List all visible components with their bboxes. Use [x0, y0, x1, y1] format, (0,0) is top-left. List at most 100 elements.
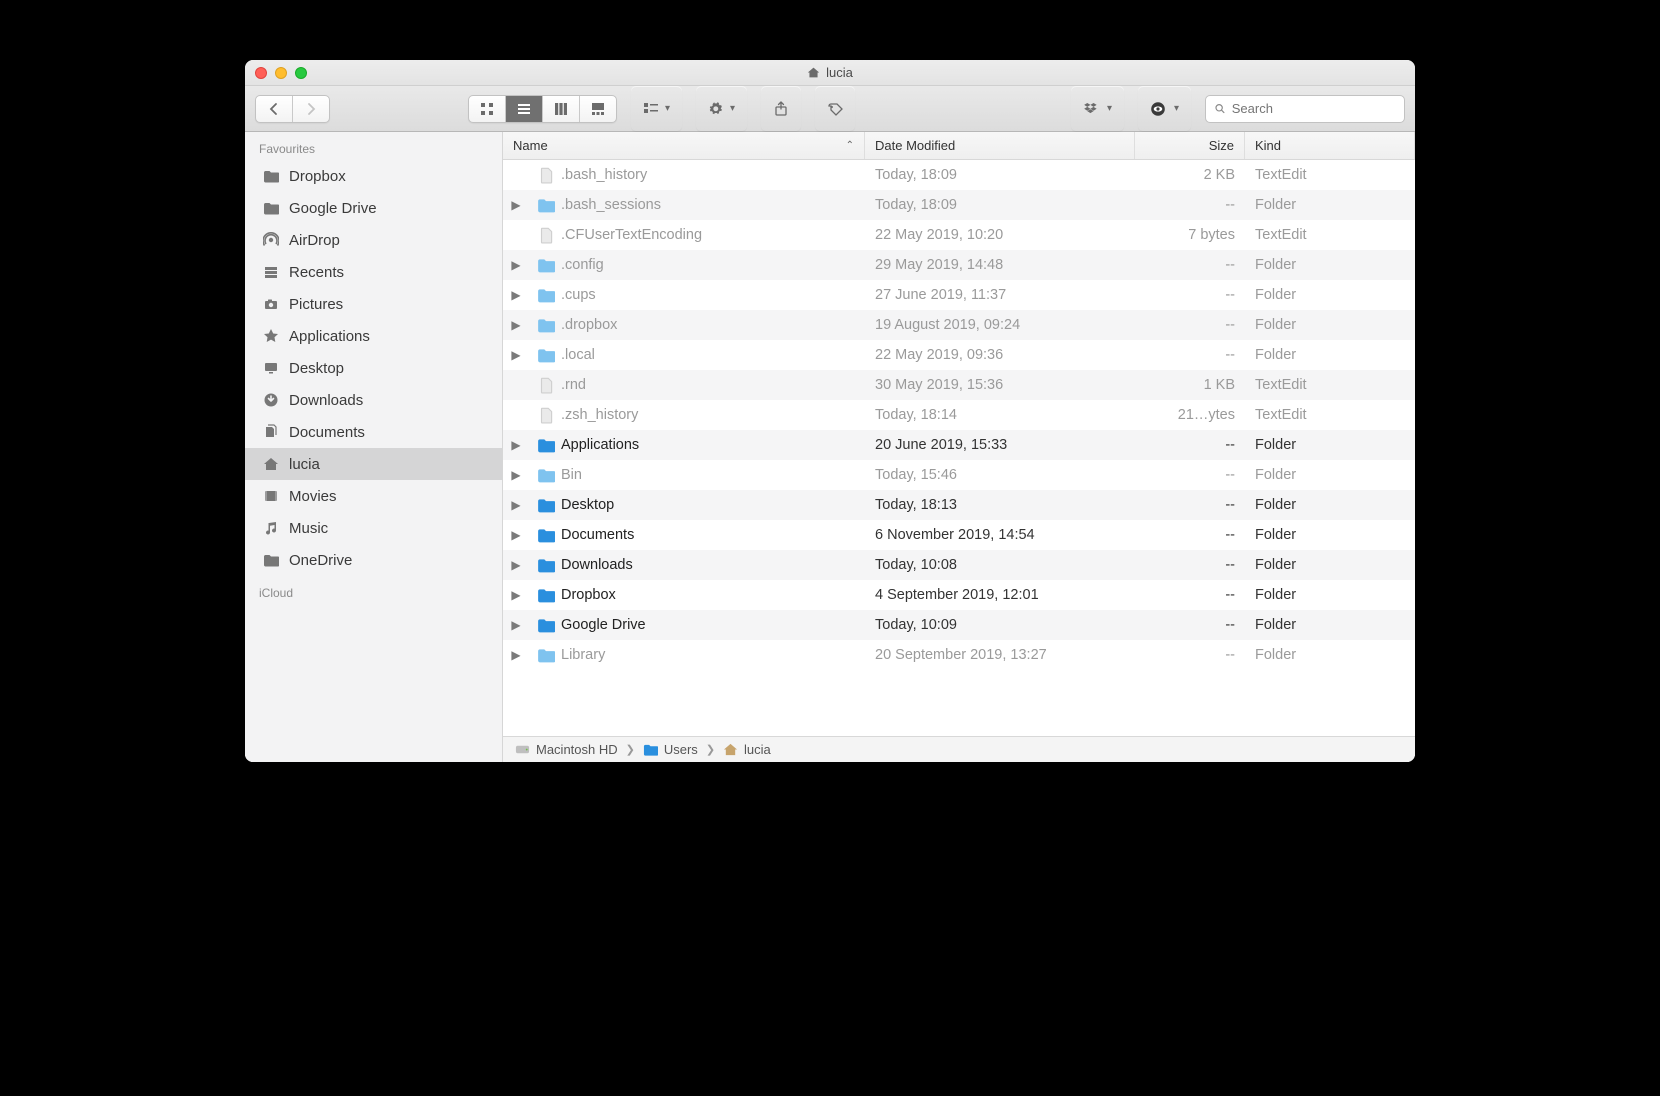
- tags-button[interactable]: [815, 86, 855, 131]
- disclosure-triangle-icon[interactable]: ▶: [509, 258, 523, 272]
- breadcrumb[interactable]: Users: [643, 742, 698, 757]
- disclosure-triangle-icon[interactable]: ▶: [509, 318, 523, 332]
- sidebar-item-recents[interactable]: Recents: [245, 256, 502, 288]
- file-size: 21…ytes: [1135, 407, 1245, 423]
- share-icon: [773, 101, 789, 117]
- folder-icon: [537, 346, 555, 364]
- sidebar-item-downloads[interactable]: Downloads: [245, 384, 502, 416]
- file-size: --: [1135, 437, 1245, 453]
- search-box[interactable]: [1205, 95, 1405, 123]
- home-icon: [723, 742, 738, 757]
- sidebar-item-dropbox[interactable]: Dropbox: [245, 160, 502, 192]
- disclosure-triangle-icon[interactable]: ▶: [509, 648, 523, 662]
- table-row[interactable]: .bash_historyToday, 18:092 KBTextEdit: [503, 160, 1415, 190]
- minimize-button[interactable]: [275, 67, 287, 79]
- table-row[interactable]: .rnd30 May 2019, 15:361 KBTextEdit: [503, 370, 1415, 400]
- disclosure-triangle-icon[interactable]: ▶: [509, 558, 523, 572]
- file-kind: Folder: [1245, 617, 1415, 633]
- dropbox-icon: [1083, 101, 1099, 117]
- sidebar-item-label: Downloads: [289, 392, 363, 409]
- folder-icon: [537, 316, 555, 334]
- sidebar-item-label: OneDrive: [289, 552, 352, 569]
- sidebar-item-desktop[interactable]: Desktop: [245, 352, 502, 384]
- finder-window: lucia ▾ ▾: [245, 60, 1415, 762]
- disclosure-triangle-icon[interactable]: ▶: [509, 528, 523, 542]
- disclosure-triangle-icon[interactable]: ▶: [509, 438, 523, 452]
- table-row[interactable]: ▶DesktopToday, 18:13--Folder: [503, 490, 1415, 520]
- table-row[interactable]: ▶.config29 May 2019, 14:48--Folder: [503, 250, 1415, 280]
- sidebar-item-applications[interactable]: Applications: [245, 320, 502, 352]
- disclosure-triangle-icon[interactable]: ▶: [509, 498, 523, 512]
- sidebar-item-lucia[interactable]: lucia: [245, 448, 502, 480]
- file-size: --: [1135, 257, 1245, 273]
- file-name: .rnd: [561, 377, 586, 393]
- table-row[interactable]: .CFUserTextEncoding22 May 2019, 10:207 b…: [503, 220, 1415, 250]
- group-by-button[interactable]: ▾: [631, 86, 682, 131]
- forward-button[interactable]: [293, 96, 329, 122]
- sidebar-item-documents[interactable]: Documents: [245, 416, 502, 448]
- sidebar-item-onedrive[interactable]: OneDrive: [245, 544, 502, 576]
- file-name: .CFUserTextEncoding: [561, 227, 702, 243]
- share-button[interactable]: [761, 86, 801, 131]
- icon-view-button[interactable]: [469, 96, 506, 122]
- documents-icon: [263, 424, 279, 440]
- table-row[interactable]: ▶Dropbox4 September 2019, 12:01--Folder: [503, 580, 1415, 610]
- table-row[interactable]: ▶DownloadsToday, 10:08--Folder: [503, 550, 1415, 580]
- hidden-files-button[interactable]: ▾: [1138, 86, 1191, 131]
- file-date: Today, 10:08: [865, 557, 1135, 573]
- col-name[interactable]: Name ⌃: [503, 132, 865, 159]
- file-name: .bash_history: [561, 167, 647, 183]
- close-button[interactable]: [255, 67, 267, 79]
- col-size[interactable]: Size: [1135, 132, 1245, 159]
- table-row[interactable]: ▶.cups27 June 2019, 11:37--Folder: [503, 280, 1415, 310]
- disclosure-triangle-icon[interactable]: ▶: [509, 588, 523, 602]
- sidebar-item-airdrop[interactable]: AirDrop: [245, 224, 502, 256]
- disclosure-triangle-icon[interactable]: ▶: [509, 618, 523, 632]
- file-size: --: [1135, 197, 1245, 213]
- file-kind: Folder: [1245, 347, 1415, 363]
- file-kind: Folder: [1245, 197, 1415, 213]
- home-icon: [807, 66, 820, 79]
- gallery-view-button[interactable]: [580, 96, 616, 122]
- sidebar-item-label: Documents: [289, 424, 365, 441]
- zoom-button[interactable]: [295, 67, 307, 79]
- sidebar-item-label: Recents: [289, 264, 344, 281]
- titlebar[interactable]: lucia: [245, 60, 1415, 86]
- table-row[interactable]: ▶Library20 September 2019, 13:27--Folder: [503, 640, 1415, 670]
- table-row[interactable]: ▶Applications20 June 2019, 15:33--Folder: [503, 430, 1415, 460]
- folder-icon: [537, 526, 555, 544]
- disclosure-triangle-icon[interactable]: ▶: [509, 348, 523, 362]
- back-button[interactable]: [256, 96, 293, 122]
- col-kind[interactable]: Kind: [1245, 132, 1415, 159]
- sidebar-item-label: Music: [289, 520, 328, 537]
- file-size: --: [1135, 467, 1245, 483]
- table-row[interactable]: ▶.bash_sessionsToday, 18:09--Folder: [503, 190, 1415, 220]
- sidebar-item-google-drive[interactable]: Google Drive: [245, 192, 502, 224]
- table-row[interactable]: ▶Google DriveToday, 10:09--Folder: [503, 610, 1415, 640]
- dropbox-button[interactable]: ▾: [1071, 86, 1124, 131]
- folder-strong-icon: [643, 742, 658, 757]
- tag-icon: [827, 101, 843, 117]
- disclosure-triangle-icon[interactable]: ▶: [509, 468, 523, 482]
- col-date[interactable]: Date Modified: [865, 132, 1135, 159]
- table-row[interactable]: ▶.local22 May 2019, 09:36--Folder: [503, 340, 1415, 370]
- column-view-button[interactable]: [543, 96, 580, 122]
- sidebar-item-movies[interactable]: Movies: [245, 480, 502, 512]
- search-input[interactable]: [1232, 101, 1396, 116]
- breadcrumb[interactable]: Macintosh HD: [515, 742, 618, 757]
- disclosure-triangle-icon[interactable]: ▶: [509, 288, 523, 302]
- action-button[interactable]: ▾: [696, 86, 747, 131]
- disk-icon: [515, 742, 530, 757]
- file-kind: Folder: [1245, 467, 1415, 483]
- table-row[interactable]: ▶.dropbox19 August 2019, 09:24--Folder: [503, 310, 1415, 340]
- file-name: Bin: [561, 467, 582, 483]
- table-row[interactable]: ▶Documents6 November 2019, 14:54--Folder: [503, 520, 1415, 550]
- disclosure-triangle-icon[interactable]: ▶: [509, 198, 523, 212]
- breadcrumb[interactable]: lucia: [723, 742, 771, 757]
- file-size: 7 bytes: [1135, 227, 1245, 243]
- sidebar-item-music[interactable]: Music: [245, 512, 502, 544]
- table-row[interactable]: .zsh_historyToday, 18:1421…ytesTextEdit: [503, 400, 1415, 430]
- list-view-button[interactable]: [506, 96, 543, 122]
- table-row[interactable]: ▶BinToday, 15:46--Folder: [503, 460, 1415, 490]
- sidebar-item-pictures[interactable]: Pictures: [245, 288, 502, 320]
